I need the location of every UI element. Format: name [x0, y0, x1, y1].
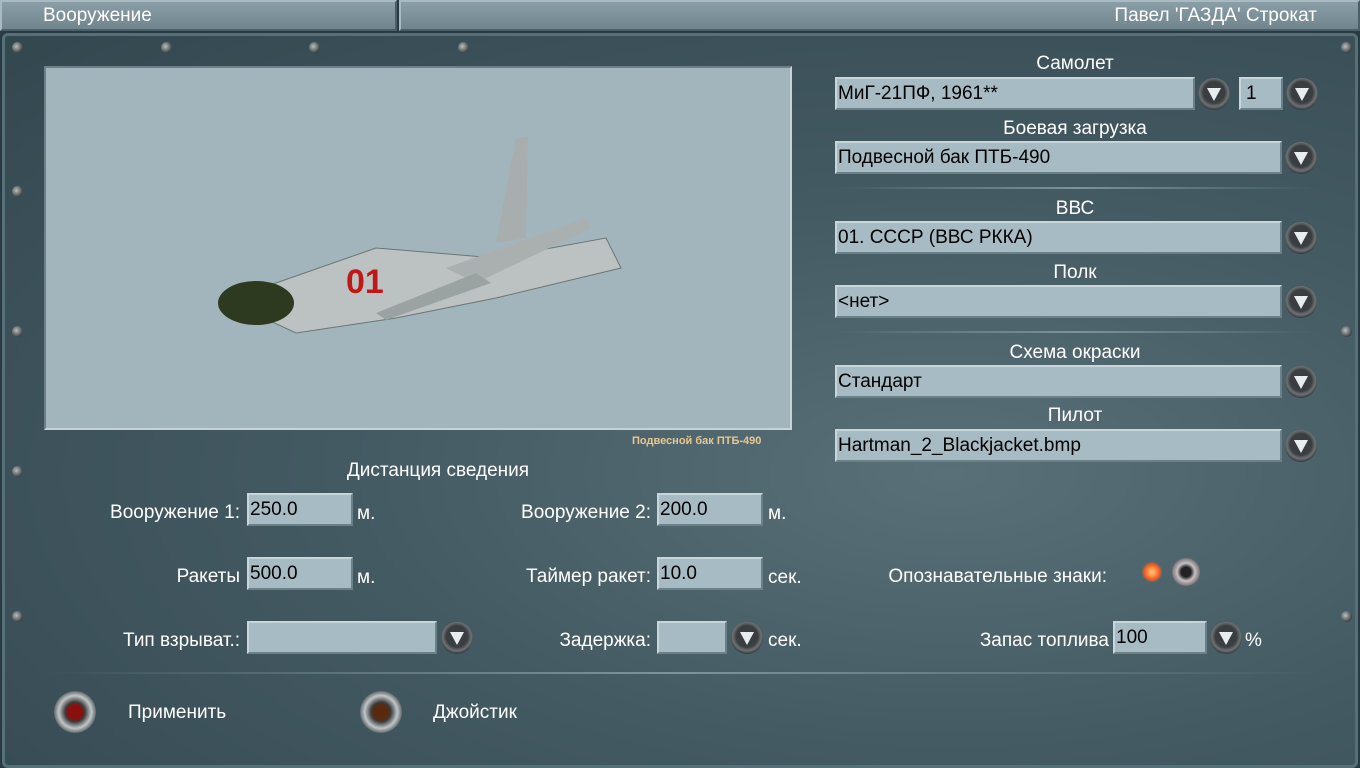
airforce-label: ВВС — [1055, 198, 1095, 219]
skin-dropdown-button[interactable] — [1285, 366, 1317, 398]
aircraft-dropdown-button[interactable] — [1198, 78, 1230, 110]
apply-label[interactable]: Применить — [128, 702, 226, 724]
joystick-button[interactable] — [360, 691, 402, 733]
screw-icon — [1341, 326, 1352, 337]
aircraft-count-dropdown-button[interactable] — [1286, 78, 1318, 110]
convergence-title: Дистанция сведения — [346, 460, 530, 481]
pilot-label: Пилот — [1047, 405, 1103, 426]
aircraft-image: 01 — [218, 136, 622, 334]
weapon1-label: Вооружение 1: — [110, 502, 240, 523]
preview-caption: Подвесной бак ПТБ-490 — [632, 435, 762, 447]
regiment-dropdown-button[interactable] — [1285, 286, 1317, 318]
loadout-select[interactable]: Подвесной бак ПТБ-490 — [835, 141, 1282, 174]
fuel-label: Запас топлива — [979, 630, 1109, 651]
page-title: Вооружение — [43, 5, 152, 26]
screw-icon — [161, 42, 172, 53]
screw-icon — [12, 42, 23, 53]
divider — [835, 331, 1315, 333]
fuze-label: Тип взрыват.: — [123, 630, 240, 651]
aircraft-count-field[interactable]: 1 — [1239, 77, 1283, 110]
fuze-select[interactable] — [247, 621, 437, 654]
fuel-unit: % — [1245, 630, 1262, 651]
screw-icon — [12, 466, 23, 477]
aircraft-preview[interactable]: 01 — [44, 66, 792, 430]
screw-icon — [12, 611, 23, 622]
weapon1-input[interactable]: 250.0 — [247, 493, 353, 526]
aircraft-select[interactable]: МиГ-21ПФ, 1961** — [835, 77, 1195, 110]
rockets-input[interactable]: 500.0 — [247, 557, 353, 590]
markings-label: Опознавательные знаки: — [888, 566, 1107, 587]
screw-icon — [1341, 42, 1352, 53]
apply-button[interactable] — [54, 691, 96, 733]
loadout-label: Боевая загрузка — [1003, 118, 1147, 139]
markings-toggle[interactable] — [1140, 556, 1202, 588]
screw-icon — [12, 186, 23, 197]
weapon2-label: Вооружение 2: — [521, 502, 651, 523]
rockets-unit: м. — [357, 567, 376, 588]
fuel-input[interactable]: 100 — [1113, 621, 1207, 654]
rocket-timer-unit: сек. — [768, 567, 802, 588]
rocket-timer-label: Таймер ракет: — [526, 566, 651, 587]
rocket-timer-input[interactable]: 10.0 — [657, 557, 763, 590]
airforce-select[interactable]: 01. СССР (ВВС РККА) — [835, 221, 1282, 254]
fuel-dropdown-button[interactable] — [1210, 622, 1242, 654]
rockets-label: Ракеты — [176, 566, 240, 587]
weapon2-input[interactable]: 200.0 — [657, 493, 763, 526]
user-name: Павел 'ГАЗДА' Строкат — [1114, 5, 1317, 26]
delay-select[interactable] — [657, 621, 727, 654]
screw-icon — [1341, 611, 1352, 622]
pilot-select[interactable]: Hartman_2_Blackjacket.bmp — [835, 429, 1282, 462]
regiment-select[interactable]: <нет> — [835, 285, 1282, 318]
screw-icon — [12, 326, 23, 337]
regiment-label: Полк — [1053, 262, 1097, 283]
aircraft-label: Самолет — [1036, 53, 1114, 74]
screw-icon — [309, 42, 320, 53]
delay-dropdown-button[interactable] — [731, 622, 763, 654]
indicator-light-icon — [1142, 562, 1162, 582]
screw-icon — [458, 42, 469, 53]
weapon2-unit: м. — [768, 503, 787, 524]
pilot-dropdown-button[interactable] — [1285, 430, 1317, 462]
skin-label: Схема окраски — [1009, 342, 1141, 363]
divider — [835, 187, 1315, 189]
joystick-label[interactable]: Джойстик — [433, 702, 517, 724]
skin-select[interactable]: Стандарт — [835, 365, 1282, 398]
delay-label: Задержка: — [559, 630, 651, 651]
tail-number: 01 — [346, 263, 384, 301]
toggle-switch-icon — [1172, 558, 1200, 586]
loadout-dropdown-button[interactable] — [1285, 142, 1317, 174]
divider — [40, 672, 1320, 674]
airforce-dropdown-button[interactable] — [1285, 222, 1317, 254]
user-bar: Павел 'ГАЗДА' Строкат — [399, 0, 1360, 31]
title-bar: Вооружение — [0, 0, 397, 31]
delay-unit: сек. — [768, 630, 802, 651]
weapon1-unit: м. — [357, 503, 376, 524]
fuze-dropdown-button[interactable] — [441, 622, 473, 654]
